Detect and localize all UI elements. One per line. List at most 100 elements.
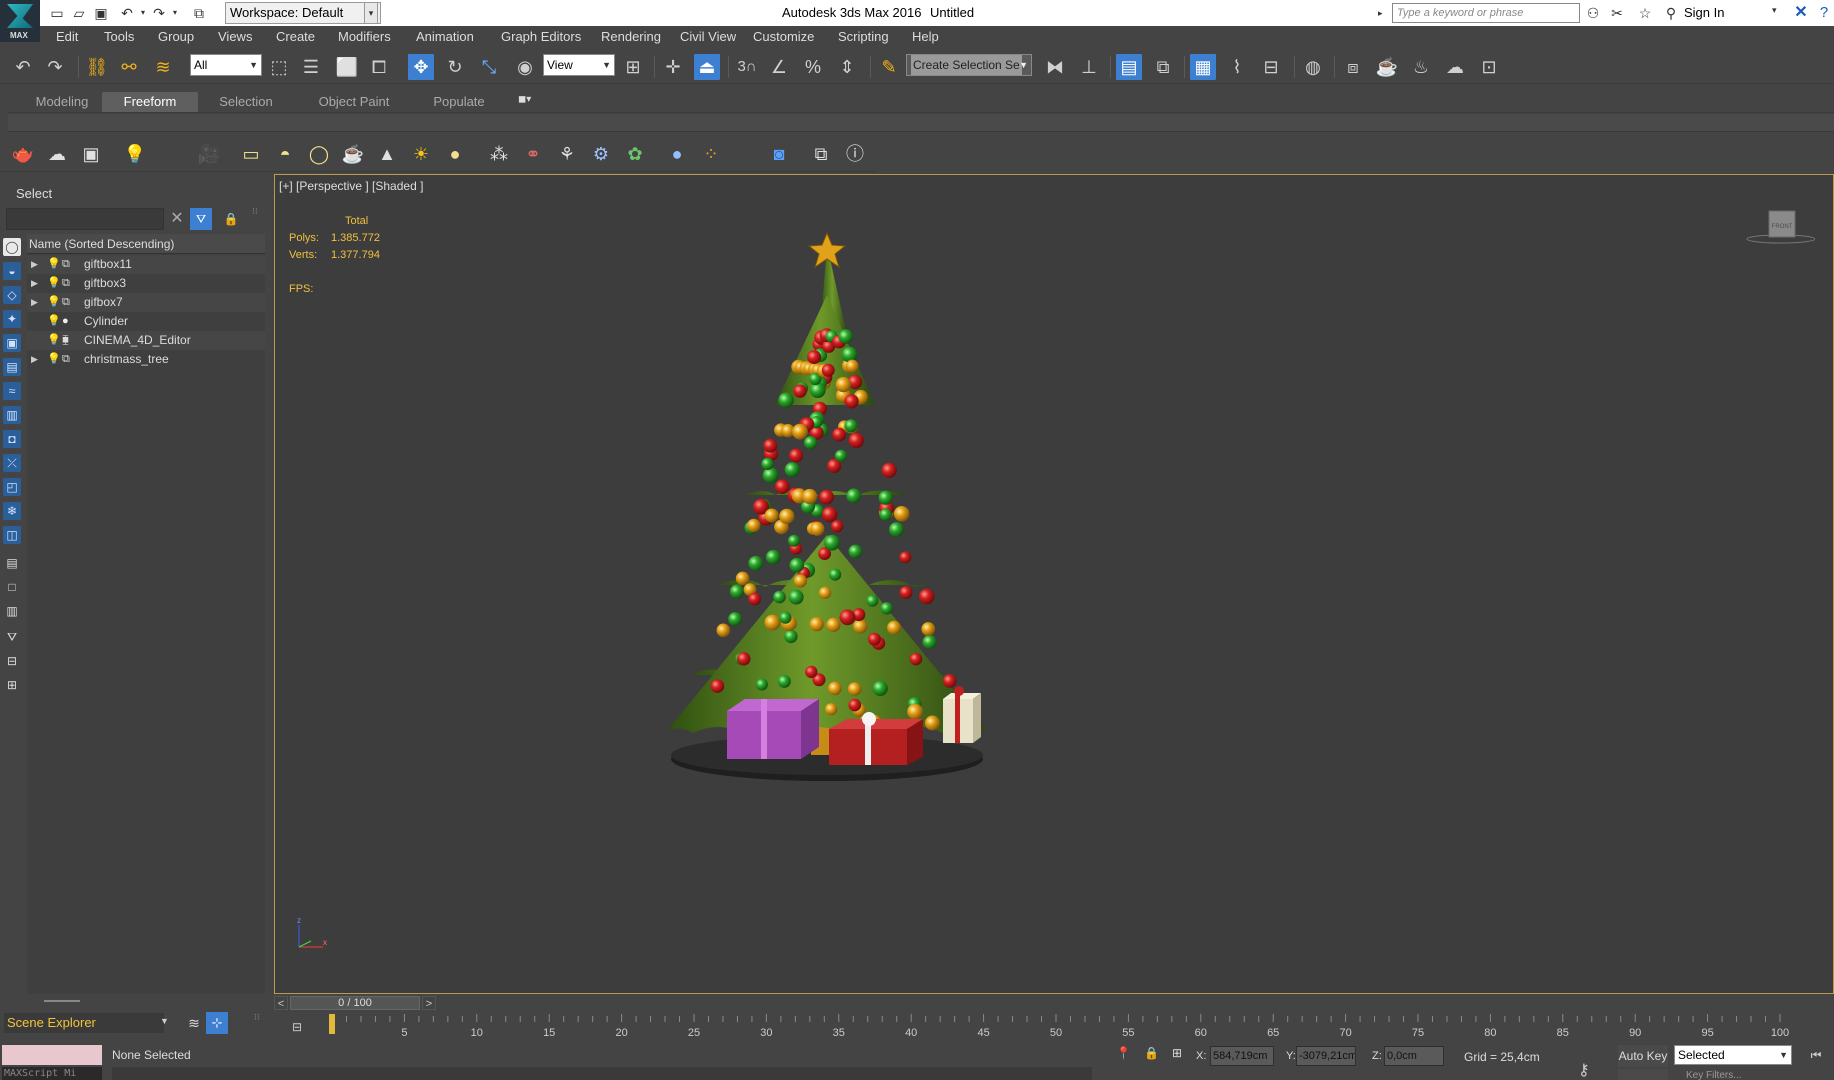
viewcube[interactable]: FRONT (1745, 209, 1815, 247)
list-item[interactable]: ▶ 💡 ⧉ christmass_tree (27, 350, 265, 369)
expand-triangle-icon[interactable]: ▶ (31, 255, 38, 274)
cone-icon[interactable]: ▲ (374, 141, 400, 167)
display-all-icon[interactable]: ▤ (3, 554, 21, 572)
filter-icon[interactable]: ⛛ (190, 208, 212, 230)
cloud-icon[interactable]: ☁ (44, 141, 70, 167)
lightbulb-icon[interactable]: 💡 (47, 312, 61, 331)
select-and-link-icon[interactable]: ⛓ (84, 54, 110, 80)
selection-filter-dropdown[interactable]: All ▼ (190, 54, 262, 76)
absolute-mode-icon[interactable]: ⊞ (1172, 1046, 1190, 1064)
search-expand-icon[interactable]: ▸ (1378, 3, 1390, 23)
sign-in-button[interactable]: Sign In (1684, 5, 1724, 20)
project-folder-icon[interactable]: ⧉ (190, 4, 208, 22)
menu-create[interactable]: Create (276, 29, 315, 44)
sign-in-dropdown-icon[interactable]: ▾ (1772, 5, 1777, 16)
sun-icon[interactable]: ☀ (408, 141, 434, 167)
list-item[interactable]: 💡 ● Cylinder (27, 312, 265, 331)
favorites-star-icon[interactable]: ☆ (1636, 3, 1654, 23)
menu-civil-view[interactable]: Civil View (680, 29, 736, 44)
menu-scripting[interactable]: Scripting (838, 29, 889, 44)
named-selection-set-dropdown[interactable]: Create Selection Se ▼ (906, 54, 1032, 76)
render-region-icon[interactable]: ◙ (766, 141, 792, 167)
menu-views[interactable]: Views (218, 29, 252, 44)
display-lights-icon[interactable]: ✦ (3, 310, 21, 328)
set-key-icon[interactable]: ⚷ (1578, 1060, 1590, 1080)
ribbon-options-icon[interactable]: ◼▾ (518, 94, 546, 108)
rectangular-selection-icon[interactable]: ⬜ (334, 54, 360, 80)
plane-icon[interactable]: ▭ (238, 141, 264, 167)
select-and-rotate-icon[interactable]: ↻ (442, 54, 468, 80)
redo-dropdown-icon[interactable]: ▾ (166, 4, 184, 22)
pin-icon[interactable]: ⁝⁝ (252, 206, 264, 218)
window-crossing-icon[interactable]: ⧠ (366, 54, 392, 80)
z-coord-field[interactable]: 0,0cm (1384, 1046, 1444, 1066)
sphere-icon[interactable]: ◯ (306, 141, 332, 167)
align-icon[interactable]: ⊥ (1076, 54, 1102, 80)
time-slider[interactable]: < 0 / 100 > (274, 994, 1834, 1012)
expand-triangle-icon[interactable]: ▶ (31, 293, 38, 312)
menu-tools[interactable]: Tools (104, 29, 134, 44)
sky-icon[interactable]: ● (442, 141, 468, 167)
menu-modifiers[interactable]: Modifiers (338, 29, 391, 44)
dynamics-icon[interactable]: ⚭ (520, 141, 546, 167)
lock-icon[interactable]: 🔒 (222, 208, 240, 230)
explorer-name-dropdown[interactable]: Scene Explorer (4, 1013, 164, 1033)
auto-key-button[interactable]: Auto Key (1618, 1045, 1668, 1067)
display-cameras-icon[interactable]: ▣ (3, 334, 21, 352)
chevron-down-icon[interactable]: ▼ (160, 1016, 169, 1026)
workspace-dropdown[interactable]: Workspace: Default (225, 2, 381, 24)
rendered-frame-window-icon[interactable]: ☕ (1374, 54, 1400, 80)
material-sphere-icon[interactable]: ● (664, 141, 690, 167)
expand-triangle-icon[interactable]: ▶ (31, 350, 38, 369)
filter-funnel-icon[interactable]: ⛛ (3, 628, 21, 646)
container-icon[interactable]: ⧉ (808, 141, 834, 167)
display-groups-icon[interactable]: ▥ (3, 406, 21, 424)
render-in-cloud-icon[interactable]: ☁ (1442, 54, 1468, 80)
go-to-start-icon[interactable]: ⏮ (1806, 1046, 1826, 1064)
select-and-scale-icon[interactable]: ⤡ (476, 54, 502, 80)
display-invert-icon[interactable]: ▥ (3, 602, 21, 620)
teapot-primitive-icon[interactable]: ☕ (340, 141, 366, 167)
lightbulb-icon[interactable]: 💡 (47, 331, 61, 350)
angle-snap-icon[interactable]: ∠ (766, 54, 792, 80)
time-next-button[interactable]: > (422, 996, 436, 1010)
tab-object-paint[interactable]: Object Paint (306, 92, 402, 112)
y-coord-field[interactable]: -3079,21cm (1296, 1046, 1356, 1066)
camera-icon[interactable]: 🎥 (196, 141, 222, 167)
keyboard-shortcut-override-icon[interactable]: ⏏ (694, 54, 720, 80)
menu-rendering[interactable]: Rendering (601, 29, 661, 44)
clear-search-icon[interactable]: ✕ (168, 208, 186, 230)
bind-to-space-warp-icon[interactable]: ≋ (150, 54, 176, 80)
render-iterative-icon[interactable]: ⊡ (1476, 54, 1502, 80)
workspace-more-icon[interactable]: ▾ (364, 2, 378, 24)
key-set-dropdown[interactable]: Selected ▼ (1674, 1045, 1792, 1065)
display-none-icon[interactable]: ◯ (3, 238, 21, 256)
schematic-view-icon[interactable]: ⊟ (1258, 54, 1284, 80)
display-hidden-icon[interactable]: ◫ (3, 526, 21, 544)
teapot-icon[interactable]: 🫖 (10, 141, 36, 167)
perspective-viewport[interactable]: [+] [Perspective ] [Shaded ] Total Polys… (274, 174, 1834, 994)
display-bones-icon[interactable]: ⤫ (3, 454, 21, 472)
lightbulb-icon[interactable]: 💡 (47, 274, 61, 293)
explorer-scrollbar[interactable] (44, 1000, 80, 1002)
reference-coordinate-dropdown[interactable]: View ▼ (543, 54, 615, 76)
selection-lock-icon[interactable]: 🔒 (1144, 1046, 1160, 1064)
set-key-button[interactable] (1618, 1069, 1668, 1080)
display-geometry-icon[interactable]: ◒ (3, 262, 21, 280)
menu-graph-editors[interactable]: Graph Editors (501, 29, 581, 44)
pivot-center-icon[interactable]: ⊞ (620, 54, 646, 80)
subscription-icon[interactable]: ✂ (1608, 3, 1626, 23)
menu-edit[interactable]: Edit (56, 29, 78, 44)
maxscript-listener[interactable] (2, 1045, 102, 1065)
material-editor-icon[interactable]: ◍ (1300, 54, 1326, 80)
foliage-icon[interactable]: ✿ (622, 141, 648, 167)
toggle-ribbon-icon[interactable]: ▦ (1190, 54, 1216, 80)
dome-icon[interactable]: ◓ (272, 141, 298, 167)
current-frame-marker[interactable] (329, 1014, 335, 1034)
menu-customize[interactable]: Customize (753, 29, 814, 44)
select-and-move-icon[interactable]: ✥ (408, 54, 434, 80)
time-slider-thumb[interactable]: 0 / 100 (290, 996, 420, 1010)
render-setup-icon[interactable]: ⧈ (1340, 54, 1366, 80)
tab-modeling[interactable]: Modeling (24, 92, 100, 112)
undo-icon[interactable]: ↶ (10, 54, 36, 80)
